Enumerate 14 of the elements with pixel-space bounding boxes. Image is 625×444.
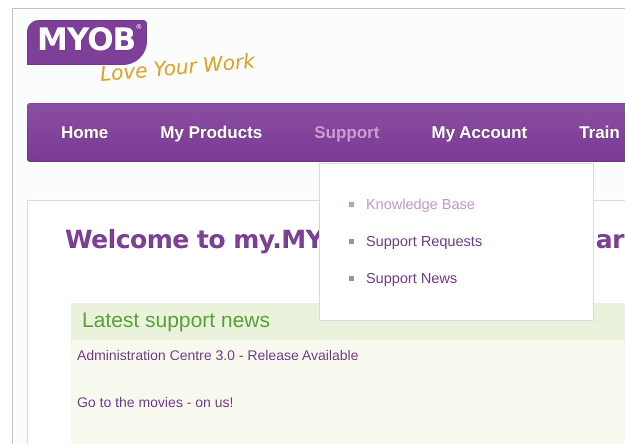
news-link[interactable]: Go to the movies - on us! (71, 387, 625, 434)
bullet-icon (349, 239, 354, 244)
bullet-icon (349, 202, 354, 207)
welcome-heading-fragment: ar (596, 225, 624, 256)
logo-wordmark: MYOB (37, 24, 136, 57)
welcome-heading: Welcome to my.MY (65, 225, 324, 256)
nav-tab[interactable]: My Products (160, 122, 262, 142)
nav-tab[interactable]: Home (61, 122, 108, 142)
bullet-icon (349, 276, 354, 281)
nav-tab[interactable]: My Account (431, 122, 528, 142)
news-link[interactable]: Administration Centre 3.0 - Release Available (71, 340, 625, 387)
nav-tab[interactable]: Train (579, 122, 620, 142)
menu-item[interactable]: Support Requests (366, 234, 482, 250)
menu-item[interactable]: Support News (366, 270, 458, 286)
